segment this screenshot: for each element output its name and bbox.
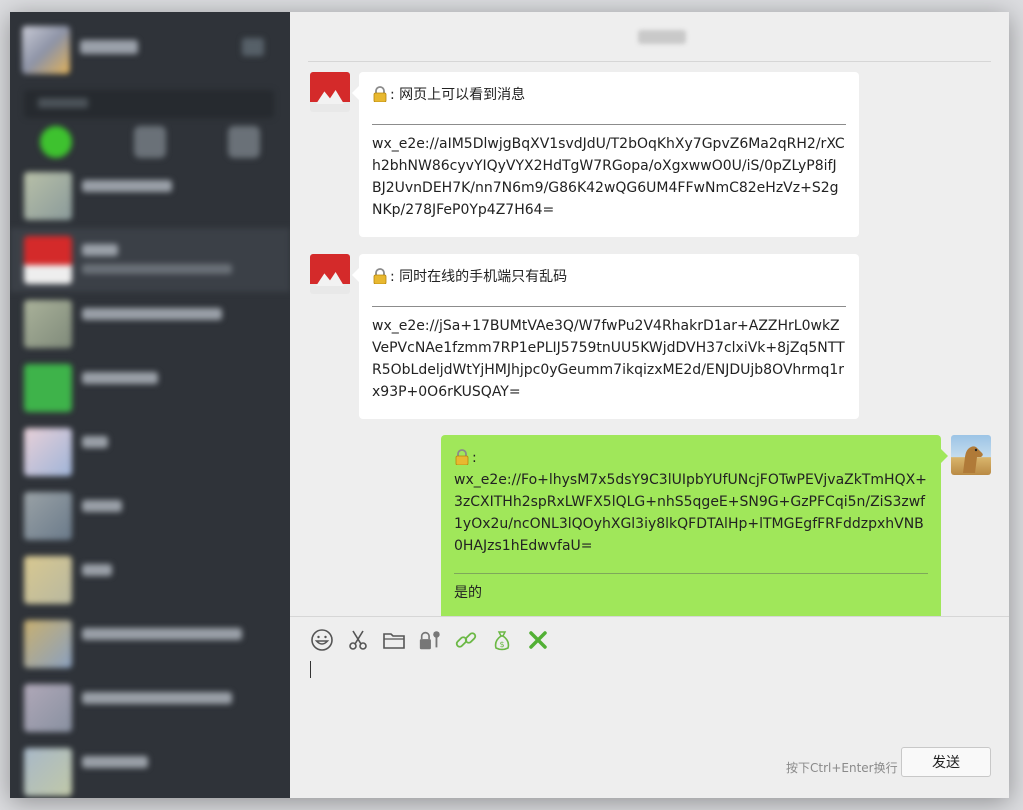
message-content: 网页上可以看到消息: [399, 87, 526, 103]
encrypt-button[interactable]: [418, 628, 442, 652]
conversation-item[interactable]: [10, 612, 290, 676]
conversation-item[interactable]: [10, 292, 290, 356]
svg-text:$: $: [499, 640, 504, 649]
conversation-item[interactable]: [10, 484, 290, 548]
folder-icon: [383, 633, 405, 649]
camel-icon: [963, 446, 983, 473]
conversation-item[interactable]: [10, 548, 290, 612]
my-message-bubble[interactable]: : wx_e2e://Fo+lhysM7x5dsY9C3lUIpbYUfUNcj…: [441, 435, 948, 616]
my-avatar[interactable]: [951, 435, 991, 475]
tab-favorites[interactable]: [228, 126, 260, 158]
profile-avatar[interactable]: [22, 26, 70, 74]
message-divider: [372, 306, 846, 307]
emoji-icon: [311, 629, 333, 651]
search-placeholder: [38, 98, 88, 108]
encrypted-payload: wx_e2e://aIM5DlwjgBqXV1svdJdU/T2bOqKhXy7…: [372, 136, 845, 218]
message-divider: [454, 573, 928, 574]
contact-avatar[interactable]: [310, 254, 350, 294]
more-icon[interactable]: [242, 38, 264, 56]
chat-title-blurred: [638, 30, 686, 44]
message-bubble[interactable]: : 网页上可以看到消息 wx_e2e://aIM5DlwjgBqXV1svdJd…: [352, 72, 859, 237]
emoji-button[interactable]: [310, 628, 334, 652]
message-content: 同时在线的手机端只有乱码: [399, 269, 568, 285]
encrypted-payload: wx_e2e://jSa+17BUMtVAe3Q/W7fwPu2V4RhakrD…: [372, 318, 845, 400]
newline-hint: 按下Ctrl+Enter换行: [786, 761, 898, 775]
lock-colon: :: [390, 269, 395, 285]
conversation-item[interactable]: [10, 676, 290, 740]
conversation-item-active[interactable]: [10, 228, 290, 292]
chat-header: [308, 12, 991, 62]
message-text: : 同时在线的手机端只有乱码: [372, 266, 846, 288]
input-area: $ 按下Ctrl+Enter换行 发送: [290, 616, 1009, 798]
sidebar-blurred-content: [10, 12, 290, 798]
message-text: : 网页上可以看到消息: [372, 84, 846, 106]
screenshot-button[interactable]: [346, 628, 370, 652]
transfer-button[interactable]: $: [490, 628, 514, 652]
app-window: : 网页上可以看到消息 wx_e2e://aIM5DlwjgBqXV1svdJd…: [10, 12, 1009, 798]
profile-name: [80, 40, 138, 54]
message-content: 是的: [454, 585, 482, 601]
cancel-encrypt-button[interactable]: [526, 628, 550, 652]
link-icon: [455, 632, 477, 648]
lock-colon: :: [472, 450, 477, 466]
lock-colon: :: [390, 87, 395, 103]
contact-avatar[interactable]: [310, 72, 350, 112]
lock-key-icon: [419, 631, 440, 650]
conversation-sidebar: [10, 12, 290, 798]
message-list[interactable]: : 网页上可以看到消息 wx_e2e://aIM5DlwjgBqXV1svdJd…: [290, 62, 1009, 616]
conversation-item[interactable]: [10, 356, 290, 420]
conversation-item[interactable]: [10, 420, 290, 484]
message-divider: [372, 124, 846, 125]
send-file-button[interactable]: [382, 628, 406, 652]
send-button[interactable]: 发送: [901, 747, 991, 777]
link-button[interactable]: [454, 628, 478, 652]
tab-chats[interactable]: [40, 126, 72, 158]
money-bag-icon: $: [494, 631, 510, 651]
message-bubble[interactable]: : 同时在线的手机端只有乱码 wx_e2e://jSa+17BUMtVAe3Q/…: [352, 254, 859, 419]
conversation-item[interactable]: [10, 740, 290, 798]
input-toolbar: $: [310, 625, 550, 655]
lock-icon: [373, 268, 387, 284]
lock-icon: [373, 86, 387, 102]
lock-icon: [455, 449, 469, 465]
conversation-item[interactable]: [10, 164, 290, 228]
chat-panel: : 网页上可以看到消息 wx_e2e://aIM5DlwjgBqXV1svdJd…: [290, 12, 1009, 798]
scissors-icon: [349, 630, 367, 650]
encrypted-payload: wx_e2e://Fo+lhysM7x5dsY9C3lUIpbYUfUNcjFO…: [454, 472, 927, 554]
close-x-icon: [529, 631, 547, 649]
tab-contacts[interactable]: [134, 126, 166, 158]
message-input[interactable]: [310, 661, 311, 678]
message-text: :: [454, 447, 928, 469]
